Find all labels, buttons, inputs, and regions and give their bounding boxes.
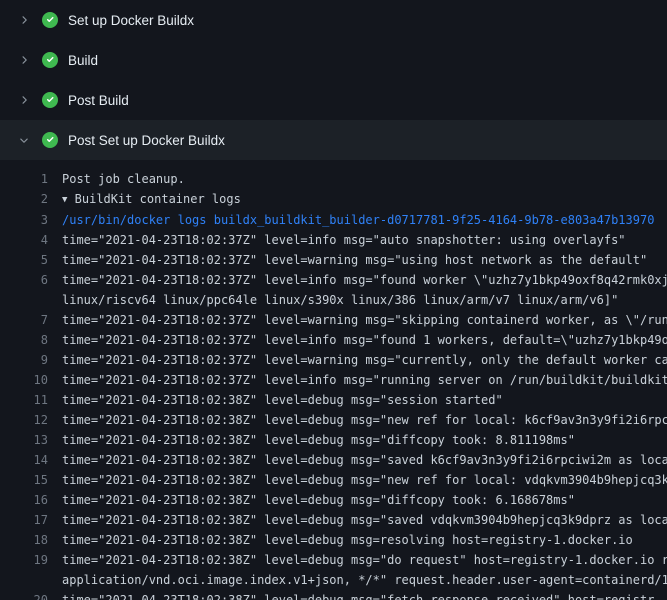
- log-line-number[interactable]: 6: [0, 270, 48, 290]
- log-line-text: time="2021-04-23T18:02:37Z" level=info m…: [48, 370, 667, 390]
- log-line-text: time="2021-04-23T18:02:37Z" level=warnin…: [48, 310, 667, 330]
- log-line-text: time="2021-04-23T18:02:38Z" level=debug …: [48, 550, 667, 570]
- log-row: 18 time="2021-04-23T18:02:38Z" level=deb…: [0, 530, 667, 550]
- log-line-number[interactable]: 15: [0, 470, 48, 490]
- log-row: 6 time="2021-04-23T18:02:37Z" level=info…: [0, 270, 667, 290]
- log-line-number[interactable]: 4: [0, 230, 48, 250]
- group-toggle-icon[interactable]: ▼: [62, 190, 67, 210]
- log-line-number[interactable]: 17: [0, 510, 48, 530]
- success-check-circle-icon: [42, 12, 58, 28]
- log-line-number[interactable]: 13: [0, 430, 48, 450]
- log-line-text: time="2021-04-23T18:02:37Z" level=info m…: [48, 330, 667, 350]
- log-line-text: ▼ BuildKit container logs: [48, 189, 241, 210]
- log-line-number[interactable]: 3: [0, 210, 48, 230]
- log-line-text: time="2021-04-23T18:02:38Z" level=debug …: [48, 470, 667, 490]
- log-row-wrap: linux/riscv64 linux/ppc64le linux/s390x …: [0, 290, 667, 310]
- section-title: Post Set up Docker Buildx: [68, 133, 225, 148]
- log-line-text: time="2021-04-23T18:02:37Z" level=info m…: [48, 270, 667, 290]
- log-row: 17 time="2021-04-23T18:02:38Z" level=deb…: [0, 510, 667, 530]
- log-line-text: time="2021-04-23T18:02:37Z" level=info m…: [48, 230, 626, 250]
- log-row: 11 time="2021-04-23T18:02:38Z" level=deb…: [0, 390, 667, 410]
- chevron-down-icon: [16, 132, 32, 148]
- log-line-number[interactable]: 11: [0, 390, 48, 410]
- log-line-number[interactable]: 5: [0, 250, 48, 270]
- log-line-number[interactable]: 18: [0, 530, 48, 550]
- log-line-text: time="2021-04-23T18:02:38Z" level=debug …: [48, 530, 633, 550]
- log-line-number[interactable]: 10: [0, 370, 48, 390]
- log-row: 9 time="2021-04-23T18:02:37Z" level=warn…: [0, 350, 667, 370]
- section-title: Post Build: [68, 93, 129, 108]
- log-line-number[interactable]: 16: [0, 490, 48, 510]
- log-line-number[interactable]: [0, 290, 48, 310]
- log-line-text: application/vnd.oci.image.index.v1+json,…: [48, 570, 667, 590]
- log-line-text: time="2021-04-23T18:02:38Z" level=debug …: [48, 510, 667, 530]
- success-check-circle-icon: [42, 132, 58, 148]
- log-row: 19 time="2021-04-23T18:02:38Z" level=deb…: [0, 550, 667, 570]
- log-line-number[interactable]: 19: [0, 550, 48, 570]
- log-row: 14 time="2021-04-23T18:02:38Z" level=deb…: [0, 450, 667, 470]
- log-row: 16 time="2021-04-23T18:02:38Z" level=deb…: [0, 490, 667, 510]
- log-row: 4 time="2021-04-23T18:02:37Z" level=info…: [0, 230, 667, 250]
- log-line-text: linux/riscv64 linux/ppc64le linux/s390x …: [48, 290, 618, 310]
- log-row: 3 /usr/bin/docker logs buildx_buildkit_b…: [0, 210, 667, 230]
- log-line-number[interactable]: 12: [0, 410, 48, 430]
- section-header-post-set-up-docker-buildx[interactable]: Post Set up Docker Buildx: [0, 120, 667, 160]
- log-line-text: time="2021-04-23T18:02:37Z" level=warnin…: [48, 350, 667, 370]
- log-line-text: time="2021-04-23T18:02:37Z" level=warnin…: [48, 250, 647, 270]
- log-line-number[interactable]: 7: [0, 310, 48, 330]
- log-row: 13 time="2021-04-23T18:02:38Z" level=deb…: [0, 430, 667, 450]
- section-title: Build: [68, 53, 98, 68]
- log-line-text: /usr/bin/docker logs buildx_buildkit_bui…: [48, 210, 654, 230]
- log-row: 10 time="2021-04-23T18:02:37Z" level=inf…: [0, 370, 667, 390]
- log-row-wrap: application/vnd.oci.image.index.v1+json,…: [0, 570, 667, 590]
- chevron-right-icon: [16, 52, 32, 68]
- section-header-post-build[interactable]: Post Build: [0, 80, 667, 120]
- log-row: 5 time="2021-04-23T18:02:37Z" level=warn…: [0, 250, 667, 270]
- log-row: 12 time="2021-04-23T18:02:38Z" level=deb…: [0, 410, 667, 430]
- log-line-text: time="2021-04-23T18:02:38Z" level=debug …: [48, 590, 654, 600]
- log-line-number[interactable]: 20: [0, 590, 48, 600]
- success-check-circle-icon: [42, 52, 58, 68]
- log-row: 2 ▼ BuildKit container logs: [0, 189, 667, 210]
- log-row: 7 time="2021-04-23T18:02:37Z" level=warn…: [0, 310, 667, 330]
- chevron-right-icon: [16, 92, 32, 108]
- log-lines: 1 Post job cleanup. 2 ▼ BuildKit contain…: [0, 160, 667, 600]
- section-title: Set up Docker Buildx: [68, 13, 194, 28]
- log-line-text: time="2021-04-23T18:02:38Z" level=debug …: [48, 430, 575, 450]
- success-check-circle-icon: [42, 92, 58, 108]
- log-line-number[interactable]: 2: [0, 189, 48, 210]
- log-row: 20 time="2021-04-23T18:02:38Z" level=deb…: [0, 590, 667, 600]
- log-row: 1 Post job cleanup.: [0, 169, 667, 189]
- log-line-number[interactable]: 1: [0, 169, 48, 189]
- log-line-text: time="2021-04-23T18:02:38Z" level=debug …: [48, 390, 503, 410]
- log-line-number[interactable]: [0, 570, 48, 590]
- log-line-text: time="2021-04-23T18:02:38Z" level=debug …: [48, 450, 667, 470]
- log-line-text: time="2021-04-23T18:02:38Z" level=debug …: [48, 410, 667, 430]
- log-line-text: time="2021-04-23T18:02:38Z" level=debug …: [48, 490, 575, 510]
- log-line-number[interactable]: 9: [0, 350, 48, 370]
- log-line-number[interactable]: 14: [0, 450, 48, 470]
- section-header-build[interactable]: Build: [0, 40, 667, 80]
- log-row: 15 time="2021-04-23T18:02:38Z" level=deb…: [0, 470, 667, 490]
- section-header-set-up-docker-buildx[interactable]: Set up Docker Buildx: [0, 0, 667, 40]
- chevron-right-icon: [16, 12, 32, 28]
- log-line-number[interactable]: 8: [0, 330, 48, 350]
- log-row: 8 time="2021-04-23T18:02:37Z" level=info…: [0, 330, 667, 350]
- log-line-text: Post job cleanup.: [48, 169, 185, 189]
